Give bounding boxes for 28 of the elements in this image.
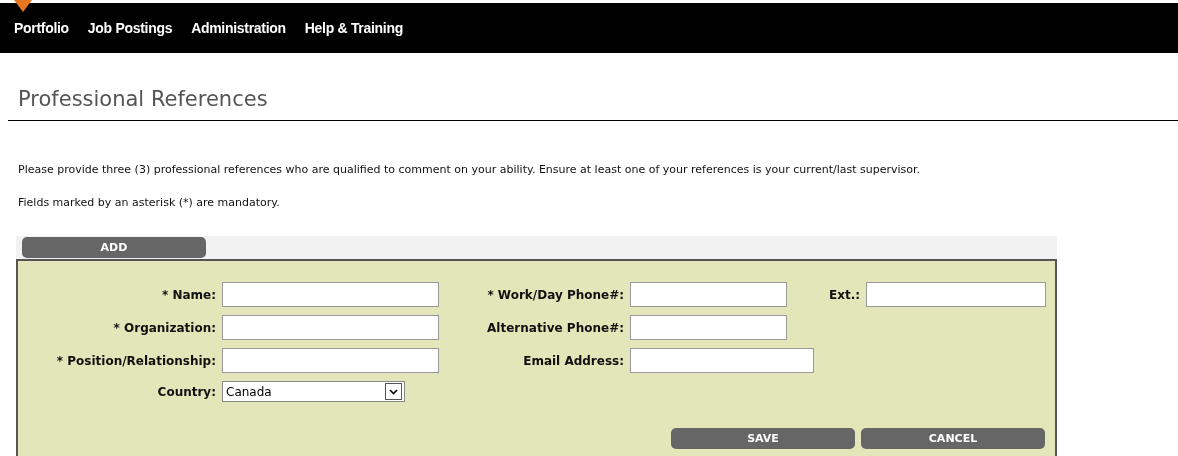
- field-label: * Work/Day Phone#:: [486, 287, 624, 302]
- field-label: Email Address:: [522, 353, 624, 368]
- add-button[interactable]: ADD: [22, 237, 206, 258]
- input-field[interactable]: [222, 282, 439, 307]
- save-button[interactable]: SAVE: [671, 428, 855, 449]
- field-label: Alternative Phone#:: [486, 320, 624, 335]
- field-label: * Position/Relationship:: [55, 353, 216, 368]
- cancel-button[interactable]: CANCEL: [861, 428, 1045, 449]
- nav-link[interactable]: Help & Training: [304, 20, 403, 36]
- chevron-down-icon: [385, 383, 402, 400]
- page-title: Professional References: [18, 87, 269, 111]
- instruction-text: Fields marked by an asterisk (*) are mandatory.: [18, 196, 281, 210]
- input-field[interactable]: [630, 348, 814, 373]
- field-label: * Name:: [160, 287, 216, 302]
- input-field[interactable]: [222, 348, 439, 373]
- input-field[interactable]: [866, 282, 1046, 307]
- nav-link[interactable]: Job Postings: [87, 20, 173, 36]
- pointer-arrow-icon: [14, 0, 32, 12]
- nav-link[interactable]: Portfolio: [14, 20, 69, 36]
- country-select[interactable]: Canada: [222, 381, 405, 402]
- field-label: Ext.:: [827, 287, 860, 302]
- field-label: * Organization:: [112, 320, 216, 335]
- instruction-text: Please provide three (3) professional references who are qualified to comment on your ability. Ensure at least one of your references is your current/last supervisor.: [18, 163, 922, 177]
- field-label: Country:: [156, 384, 216, 399]
- input-field[interactable]: [630, 282, 787, 307]
- input-field[interactable]: [222, 315, 439, 340]
- input-field[interactable]: [630, 315, 787, 340]
- nav-link[interactable]: Administration: [191, 20, 286, 36]
